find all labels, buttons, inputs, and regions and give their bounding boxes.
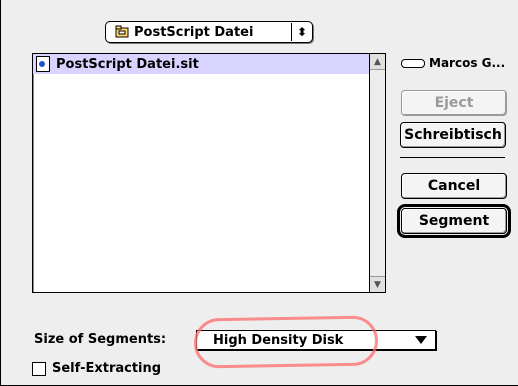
folder-disk-icon: [114, 25, 130, 39]
dropdown-arrow-icon: [415, 336, 427, 344]
file-name: PostScript Datei.sit: [56, 56, 199, 72]
eject-button[interactable]: Eject: [401, 90, 507, 116]
self-extracting-checkbox[interactable]: [32, 361, 46, 376]
stuffit-file-icon: [36, 56, 50, 72]
segment-dialog: PostScript Datei ⬍ PostScript Datei.sit …: [0, 0, 518, 386]
button-separator: [400, 157, 505, 158]
file-list[interactable]: PostScript Datei.sit ▲ ▼: [32, 53, 386, 293]
cancel-button[interactable]: Cancel: [401, 173, 507, 199]
list-item[interactable]: PostScript Datei.sit: [33, 54, 369, 74]
hard-disk-icon: [401, 58, 425, 68]
scroll-up-icon[interactable]: ▲: [370, 54, 385, 70]
segment-size-select[interactable]: High Density Disk: [196, 330, 436, 350]
scroll-down-icon[interactable]: ▼: [370, 276, 385, 292]
disk-label: Marcos G...: [401, 56, 505, 70]
self-extracting-option[interactable]: Self-Extracting: [32, 361, 161, 376]
vertical-scrollbar[interactable]: ▲ ▼: [369, 54, 385, 292]
folder-popup[interactable]: PostScript Datei ⬍: [105, 21, 313, 43]
segment-button[interactable]: Segment: [397, 204, 511, 238]
size-of-segments-label: Size of Segments:: [34, 332, 167, 347]
self-extracting-label: Self-Extracting: [52, 361, 162, 376]
desktop-button[interactable]: Schreibtisch: [400, 122, 506, 148]
disk-name: Marcos G...: [429, 56, 506, 70]
segment-size-value: High Density Disk: [213, 332, 344, 348]
folder-popup-label: PostScript Datei: [134, 24, 254, 40]
popup-arrows-icon: ⬍: [291, 23, 312, 41]
